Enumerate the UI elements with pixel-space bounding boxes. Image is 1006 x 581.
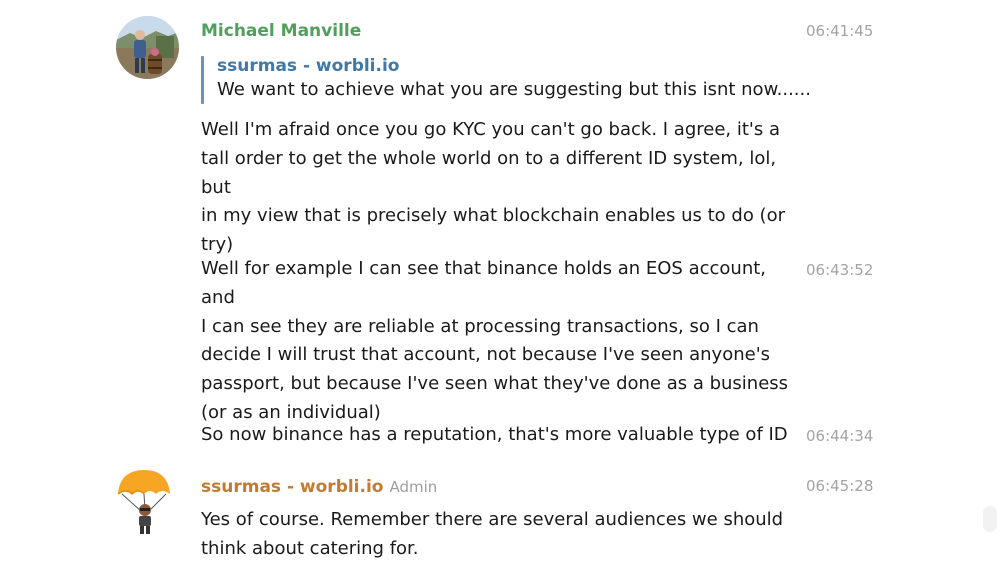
parachute-avatar-icon	[117, 470, 170, 534]
sender-name[interactable]: Michael Manville	[201, 21, 361, 41]
admin-badge: Admin	[389, 478, 438, 496]
reply-preview[interactable]: ssurmas - worbli.io We want to achieve w…	[201, 56, 811, 104]
ssurmas-avatar[interactable]	[116, 466, 179, 534]
michael-manville-avatar[interactable]	[116, 16, 179, 79]
sender-name[interactable]: ssurmas - worbli.io	[201, 477, 383, 497]
message-timestamp: 06:44:34	[806, 427, 874, 445]
message-text: Well I'm afraid once you go KYC you can'…	[201, 119, 785, 256]
message-text: Well for example I can see that binance …	[201, 258, 789, 423]
message-timestamp: 06:43:52	[806, 261, 874, 279]
message-timestamp: 06:41:45	[806, 22, 874, 40]
photo-avatar-icon	[116, 16, 179, 79]
reply-sender-name: ssurmas - worbli.io	[217, 56, 400, 76]
reply-text: We want to achieve what you are suggesti…	[217, 79, 811, 100]
scroll-down-indicator[interactable]	[983, 506, 997, 532]
message-text: So now binance has a reputation, that's …	[201, 424, 788, 445]
message-timestamp: 06:45:28	[806, 477, 874, 495]
message-text: Yes of course. Remember there are severa…	[201, 509, 784, 559]
sender-name-row: ssurmas - worbli.io Admin	[201, 477, 437, 497]
